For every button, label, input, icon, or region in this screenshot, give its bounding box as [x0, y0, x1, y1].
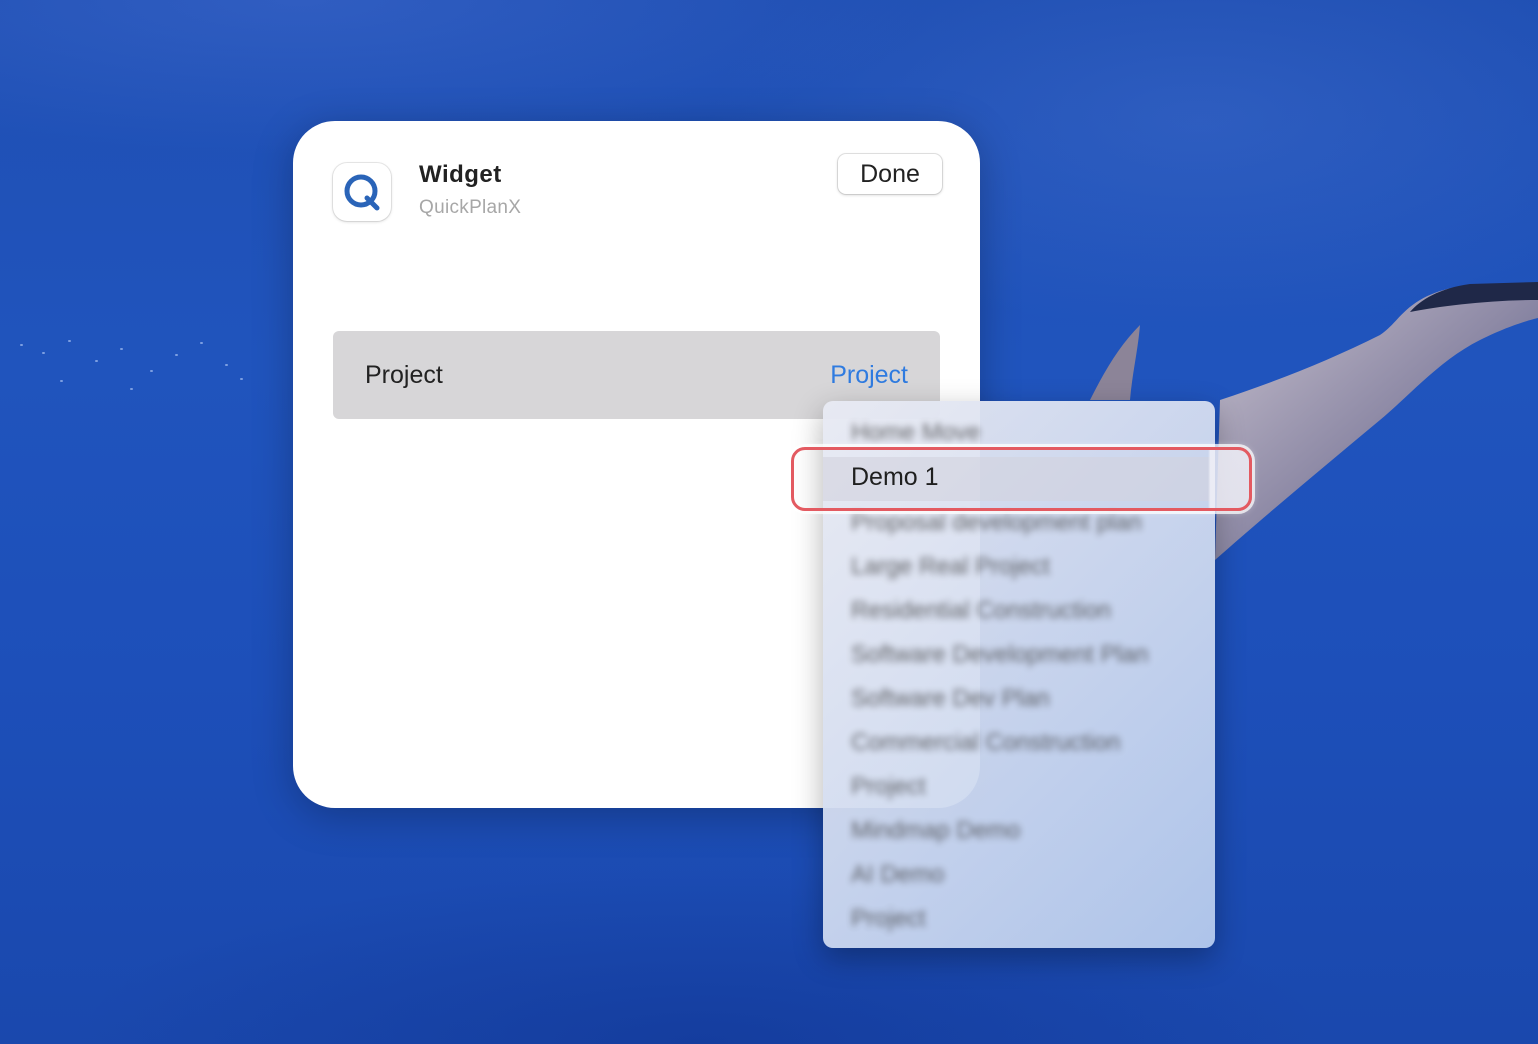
menu-item[interactable]: Large Real Project [851, 553, 1191, 589]
menu-item[interactable]: AI Demo [851, 861, 1191, 897]
project-popup-button[interactable]: Project [830, 361, 908, 390]
app-name: QuickPlanX [419, 197, 522, 218]
project-setting-label: Project [365, 361, 443, 389]
menu-item[interactable]: Project [851, 773, 1191, 809]
widget-title: Widget [419, 161, 502, 188]
selected-menu-item-label[interactable]: Demo 1 [851, 463, 939, 492]
menu-item[interactable]: Residential Construction [851, 597, 1191, 633]
menu-item[interactable]: Software Development Plan [851, 641, 1191, 677]
menu-item[interactable]: Software Dev Plan [851, 685, 1191, 721]
menu-item[interactable]: Commercial Construction [851, 729, 1191, 765]
menu-item[interactable]: Project [851, 905, 1191, 941]
done-button[interactable]: Done [838, 154, 942, 194]
menu-item[interactable]: Home Move [851, 419, 1191, 455]
menu-item[interactable]: Proposal development plan [851, 509, 1191, 545]
quickplanx-app-icon [333, 163, 391, 221]
q-logo-icon [344, 174, 380, 211]
menu-item[interactable]: Mindmap Demo [851, 817, 1191, 853]
